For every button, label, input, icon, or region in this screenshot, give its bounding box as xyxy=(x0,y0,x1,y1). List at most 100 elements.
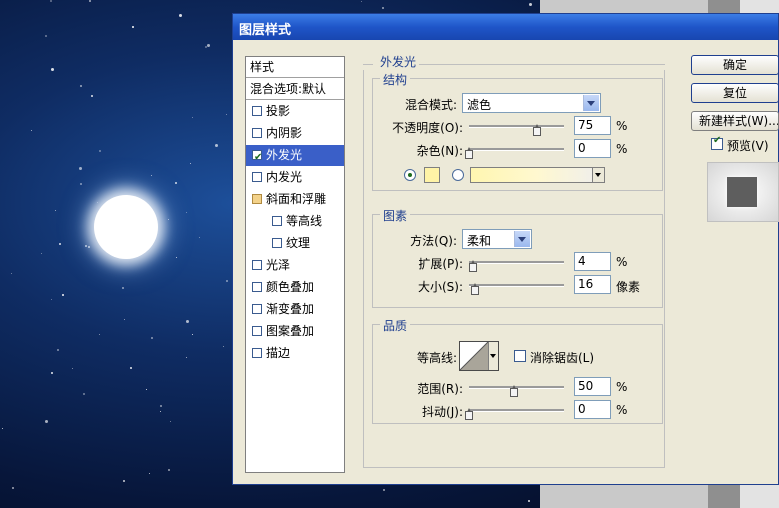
jitter-slider[interactable] xyxy=(469,409,564,412)
size-input[interactable]: 16 xyxy=(574,275,611,294)
style-item[interactable]: 颜色叠加 xyxy=(246,277,344,298)
chevron-down-icon xyxy=(514,231,530,247)
star xyxy=(55,209,57,211)
gradient-picker[interactable] xyxy=(470,167,605,183)
spread-label: 扩展(P): xyxy=(418,257,463,271)
quality-group: 品质 等高线: 消除锯齿(L) 范围(R): 50 % 抖动(J): 0 % xyxy=(372,317,663,424)
style-item[interactable]: 投影 xyxy=(246,101,344,122)
style-item-checkbox[interactable] xyxy=(252,304,262,314)
jitter-input[interactable]: 0 xyxy=(574,400,611,419)
chevron-down-icon[interactable] xyxy=(488,342,498,370)
spread-slider[interactable] xyxy=(469,261,564,264)
style-item-label: 内阴影 xyxy=(266,126,303,140)
star xyxy=(1,427,3,429)
technique-select[interactable]: 柔和 xyxy=(462,229,532,249)
style-item[interactable]: 内发光 xyxy=(246,167,344,188)
outer-glow-panel: 外发光 结构 混合模式: 滤色 不透明度(O): 75 % 杂色(N): 0 % xyxy=(363,53,665,471)
star xyxy=(44,419,48,423)
elements-title: 图素 xyxy=(380,207,411,224)
gradient-radio[interactable] xyxy=(452,169,464,181)
star xyxy=(528,2,532,6)
technique-value: 柔和 xyxy=(467,234,492,248)
solid-color-radio[interactable] xyxy=(404,169,416,181)
noise-label: 杂色(N): xyxy=(416,144,463,158)
star xyxy=(159,404,162,407)
style-item[interactable]: 图案叠加 xyxy=(246,321,344,342)
preview-checkbox[interactable]: ✔ xyxy=(711,135,723,150)
jitter-slider-handle[interactable] xyxy=(465,408,473,420)
noise-slider-handle[interactable] xyxy=(465,147,473,159)
preview-label: 预览(V) xyxy=(727,139,769,153)
new-style-button[interactable]: 新建样式(W)... xyxy=(691,111,779,131)
blending-options-item[interactable]: 混合选项:默认 xyxy=(246,79,344,100)
antialias-label: 消除锯齿(L) xyxy=(530,351,595,365)
ok-button[interactable]: 确定 xyxy=(691,55,779,75)
style-item-checkbox[interactable]: ✔ xyxy=(252,150,262,163)
antialias-checkbox[interactable] xyxy=(514,350,526,362)
contour-picker[interactable] xyxy=(459,341,499,371)
blend-mode-select[interactable]: 滤色 xyxy=(462,93,601,113)
noise-input[interactable]: 0 xyxy=(574,139,611,158)
star xyxy=(185,211,187,213)
noise-unit: % xyxy=(616,142,628,156)
chevron-down-icon[interactable] xyxy=(592,168,604,182)
style-item[interactable]: 描边 xyxy=(246,343,344,364)
style-item[interactable]: 纹理 xyxy=(246,233,344,254)
style-item-label: 光泽 xyxy=(266,258,291,272)
style-item-checkbox[interactable] xyxy=(252,128,262,138)
style-item-checkbox[interactable] xyxy=(252,106,262,116)
style-item[interactable]: 光泽 xyxy=(246,255,344,276)
style-item[interactable]: 内阴影 xyxy=(246,123,344,144)
star xyxy=(381,6,384,9)
spread-unit: % xyxy=(616,255,628,269)
range-slider-handle[interactable] xyxy=(510,385,518,397)
star xyxy=(174,181,177,184)
star xyxy=(84,245,87,248)
opacity-slider-handle[interactable] xyxy=(532,124,541,136)
style-item-label: 外发光 xyxy=(266,148,303,162)
glow-color-swatch[interactable] xyxy=(424,167,440,183)
noise-slider[interactable] xyxy=(469,148,564,151)
style-item-label: 斜面和浮雕 xyxy=(266,192,327,206)
style-item-label: 纹理 xyxy=(286,236,311,250)
style-item[interactable]: ✔ 外发光 xyxy=(246,145,344,166)
star xyxy=(527,499,530,502)
style-item-checkbox[interactable] xyxy=(252,326,262,336)
style-item[interactable]: 渐变叠加 xyxy=(246,299,344,320)
style-item-checkbox[interactable] xyxy=(272,216,282,226)
range-label: 范围(R): xyxy=(417,382,463,396)
spread-input[interactable]: 4 xyxy=(574,252,611,271)
size-slider[interactable] xyxy=(469,284,564,287)
spread-slider-handle[interactable] xyxy=(468,260,477,272)
dialog-titlebar[interactable]: 图层样式 xyxy=(233,14,778,40)
style-item-checkbox[interactable] xyxy=(252,172,262,182)
style-item-checkbox[interactable] xyxy=(252,194,262,204)
star xyxy=(122,479,125,482)
technique-label: 方法(Q): xyxy=(410,234,457,248)
styles-header-label: 样式 xyxy=(250,60,275,74)
styles-header[interactable]: 样式 xyxy=(246,57,344,78)
style-item-label: 描边 xyxy=(266,346,291,360)
style-item-checkbox[interactable] xyxy=(252,348,262,358)
star xyxy=(167,218,169,220)
style-item-label: 投影 xyxy=(266,104,291,118)
glowing-moon xyxy=(94,195,158,259)
star xyxy=(90,94,93,97)
style-item[interactable]: 等高线 xyxy=(246,211,344,232)
quality-title: 品质 xyxy=(380,317,411,334)
reset-button[interactable]: 复位 xyxy=(691,83,779,103)
style-item-checkbox[interactable] xyxy=(252,282,262,292)
style-item-label: 颜色叠加 xyxy=(266,280,315,294)
size-slider-handle[interactable] xyxy=(470,283,479,295)
style-item[interactable]: 斜面和浮雕 xyxy=(246,189,344,210)
range-input[interactable]: 50 xyxy=(574,377,611,396)
style-item-checkbox[interactable] xyxy=(272,238,282,248)
star xyxy=(58,242,61,245)
opacity-slider[interactable] xyxy=(469,125,564,128)
structure-group: 结构 混合模式: 滤色 不透明度(O): 75 % 杂色(N): 0 % xyxy=(372,71,663,191)
star xyxy=(82,392,85,395)
style-item-checkbox[interactable] xyxy=(252,260,262,270)
opacity-input[interactable]: 75 xyxy=(574,116,611,135)
contour-icon xyxy=(460,342,488,370)
star xyxy=(56,349,59,352)
